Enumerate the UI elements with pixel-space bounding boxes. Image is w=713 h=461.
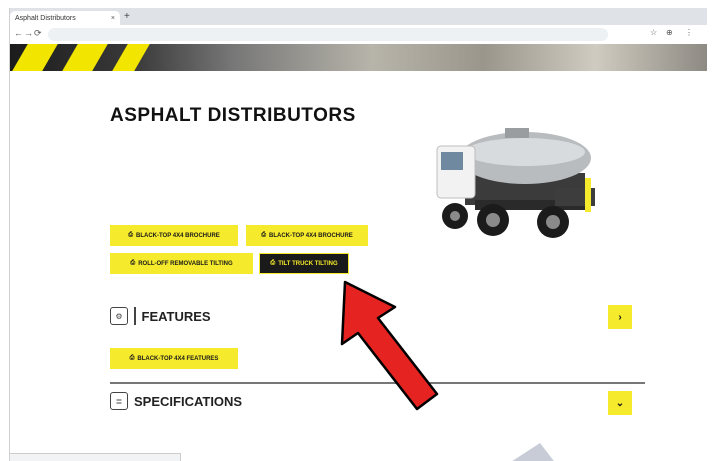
arrow-shape (340, 280, 439, 411)
red-arrow-annotation (340, 280, 439, 411)
